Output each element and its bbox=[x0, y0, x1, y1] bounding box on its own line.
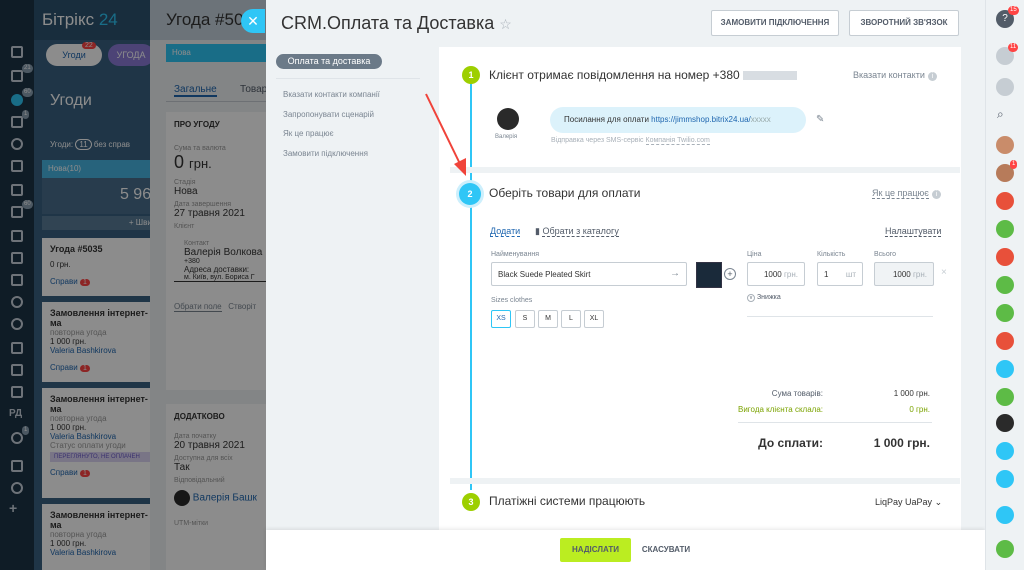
col-name-label: Найменування bbox=[491, 251, 539, 258]
sms-via: Відправка через SMS-сервіс Компанія Twil… bbox=[551, 137, 710, 145]
do-not-disturb-icon[interactable] bbox=[996, 78, 1014, 96]
group-icon[interactable] bbox=[996, 470, 1014, 488]
user-badge: 1 bbox=[1010, 160, 1018, 169]
message-text: Посилання для оплати bbox=[564, 115, 649, 124]
sizes-label: Sizes clothes bbox=[491, 297, 533, 304]
bell-badge: 11 bbox=[1008, 43, 1019, 52]
size-xl[interactable]: XL bbox=[584, 310, 604, 328]
info-icon[interactable]: i bbox=[927, 72, 937, 81]
chevron-down-icon: ⌄ bbox=[934, 497, 943, 507]
step-2-badge: 2 bbox=[459, 183, 481, 205]
sum-goods-value: 1 000 грн. bbox=[893, 389, 930, 398]
lock-icon[interactable] bbox=[996, 388, 1014, 406]
redacted-phone bbox=[743, 71, 798, 81]
price-input[interactable]: 1000 грн. bbox=[747, 262, 805, 286]
chevron-down-icon: v bbox=[747, 294, 755, 302]
user-icon[interactable] bbox=[996, 192, 1014, 210]
user-avatar[interactable] bbox=[996, 136, 1014, 154]
client-avatar bbox=[497, 108, 519, 130]
size-s[interactable]: S bbox=[515, 310, 535, 328]
search-icon[interactable]: ⌕ bbox=[997, 107, 1004, 122]
order-connection-button[interactable]: ЗАМОВИТИ ПІДКЛЮЧЕННЯ bbox=[711, 10, 839, 36]
phone-icon[interactable] bbox=[996, 540, 1014, 558]
message-bubble: Посилання для оплати https://jimmshop.bi… bbox=[550, 107, 806, 133]
remove-icon[interactable]: × bbox=[941, 267, 947, 278]
pointer-arrow bbox=[425, 93, 466, 176]
row-divider bbox=[747, 316, 933, 317]
edit-icon[interactable]: ✎ bbox=[816, 114, 824, 125]
feedback-button[interactable]: ЗВОРОТНИЙ ЗВ'ЯЗОК bbox=[849, 10, 959, 36]
section-2-title: Оберіть товари для оплати bbox=[489, 186, 641, 200]
section-divider bbox=[450, 478, 960, 484]
pay-value: 1 000 грн. bbox=[873, 436, 930, 450]
star-icon[interactable]: ☆ bbox=[499, 16, 512, 32]
user-avatar[interactable] bbox=[996, 414, 1014, 432]
megaphone-icon[interactable] bbox=[996, 248, 1014, 266]
col-qty-label: Кількість bbox=[817, 251, 846, 258]
discount-toggle[interactable]: v Знижка bbox=[747, 294, 781, 302]
dim-overlay bbox=[0, 0, 266, 570]
how-it-works-link[interactable]: Як це працює i bbox=[872, 188, 941, 199]
video-icon[interactable] bbox=[996, 360, 1014, 378]
step-1-badge: 1 bbox=[462, 66, 480, 84]
sms-provider-link[interactable]: Компанія Twilio.com bbox=[645, 137, 710, 145]
payment-link[interactable]: https://jimmshop.bitrix24.ua/ bbox=[651, 115, 751, 124]
menu-item-payment-delivery[interactable]: Оплата та доставка bbox=[276, 54, 382, 69]
user-icon[interactable] bbox=[996, 304, 1014, 322]
catalog-link[interactable]: ▮ Обрати з каталогу bbox=[535, 226, 619, 237]
section-1-title: Клієнт отримає повідомлення на номер +38… bbox=[489, 68, 798, 82]
total-input: 1000 грн. bbox=[874, 262, 934, 286]
add-image-icon[interactable]: + bbox=[724, 268, 736, 280]
lock-icon[interactable] bbox=[996, 276, 1014, 294]
size-m[interactable]: M bbox=[538, 310, 558, 328]
section-3-title: Платіжні системи працюють bbox=[489, 494, 646, 508]
payment-link-tail: xxxxx bbox=[750, 115, 771, 124]
col-total-label: Всього bbox=[874, 251, 897, 258]
size-xs[interactable]: XS bbox=[491, 310, 511, 328]
specify-contacts-link[interactable]: Вказати контакти i bbox=[853, 70, 937, 81]
help-badge: 15 bbox=[1008, 6, 1019, 15]
pay-label: До сплати: bbox=[758, 436, 823, 450]
book-icon: ▮ bbox=[535, 226, 540, 236]
arrow-right-icon[interactable]: → bbox=[670, 268, 680, 279]
product-name-input[interactable]: Black Suede Pleated Skirt → bbox=[491, 262, 687, 286]
payment-systems[interactable]: LiqPay UaPay ⌄ bbox=[875, 497, 942, 508]
slider-title: CRM.Оплата та Доставка ☆ bbox=[281, 13, 512, 33]
megaphone-icon[interactable] bbox=[996, 332, 1014, 350]
step-3-badge: 3 bbox=[462, 493, 480, 511]
benefit-value: 0 грн. bbox=[909, 405, 930, 414]
section-divider bbox=[450, 167, 960, 173]
send-button[interactable]: НАДІСЛАТИ bbox=[560, 538, 631, 562]
client-avatar-name: Валерія bbox=[495, 134, 518, 140]
copy-icon[interactable] bbox=[996, 506, 1014, 524]
menu-item-how-it-works[interactable]: Як це працює bbox=[283, 129, 334, 138]
user-icon[interactable] bbox=[996, 442, 1014, 460]
menu-divider bbox=[276, 78, 420, 79]
add-product-link[interactable]: Додати bbox=[490, 226, 521, 237]
total-divider bbox=[738, 422, 932, 423]
product-image[interactable] bbox=[696, 262, 722, 288]
benefit-label: Вигода клієнта склала: bbox=[738, 405, 823, 414]
cancel-button[interactable]: СКАСУВАТИ bbox=[638, 538, 694, 562]
close-icon[interactable]: ✕ bbox=[241, 9, 265, 33]
sum-goods-label: Сума товарів: bbox=[771, 389, 823, 398]
col-price-label: Ціна bbox=[747, 251, 762, 258]
menu-item-suggest-scenario[interactable]: Запропонувати сценарій bbox=[283, 110, 374, 119]
size-l[interactable]: L bbox=[561, 310, 581, 328]
qty-input[interactable]: 1 шт bbox=[817, 262, 863, 286]
menu-item-order-connection[interactable]: Замовити підключення bbox=[283, 149, 368, 158]
info-icon[interactable]: i bbox=[931, 190, 941, 199]
lock-icon[interactable] bbox=[996, 220, 1014, 238]
settings-link[interactable]: Налаштувати bbox=[885, 226, 942, 237]
menu-item-company-contacts[interactable]: Вказати контакти компанії bbox=[283, 90, 380, 99]
